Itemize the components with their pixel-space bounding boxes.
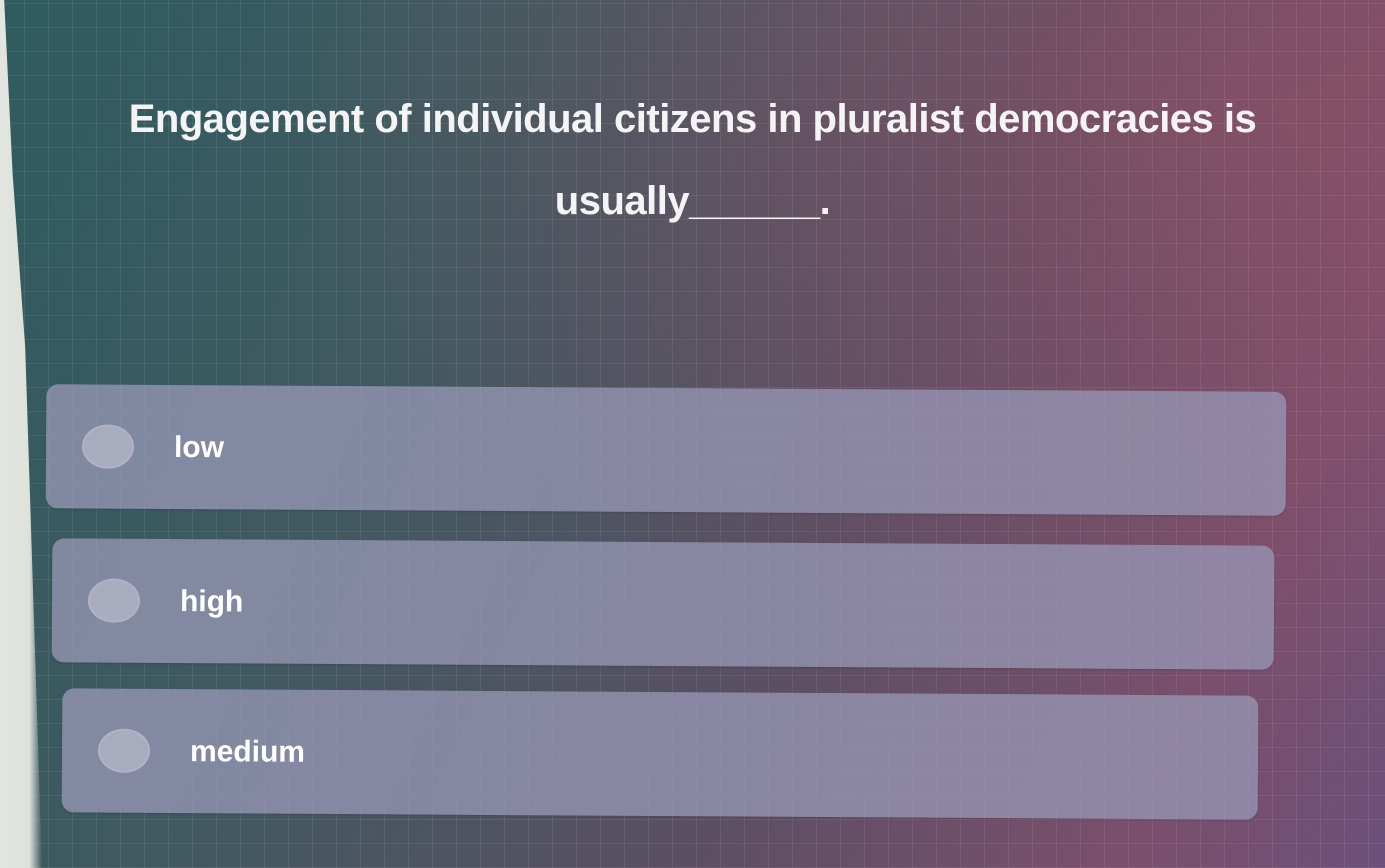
- answer-option-medium[interactable]: medium: [61, 688, 1259, 820]
- question-text: Engagement of individual citizens in plu…: [128, 97, 1257, 223]
- answer-option-low[interactable]: low: [45, 384, 1287, 516]
- answer-option-label: low: [173, 430, 225, 465]
- answer-option-label: medium: [189, 735, 306, 769]
- answer-option-label: high: [179, 585, 244, 619]
- radio-button-icon[interactable]: [97, 728, 151, 773]
- radio-button-icon[interactable]: [87, 578, 141, 623]
- screen-glare: [0, 0, 42, 868]
- radio-button-icon[interactable]: [81, 424, 135, 469]
- answer-option-high[interactable]: high: [51, 538, 1275, 670]
